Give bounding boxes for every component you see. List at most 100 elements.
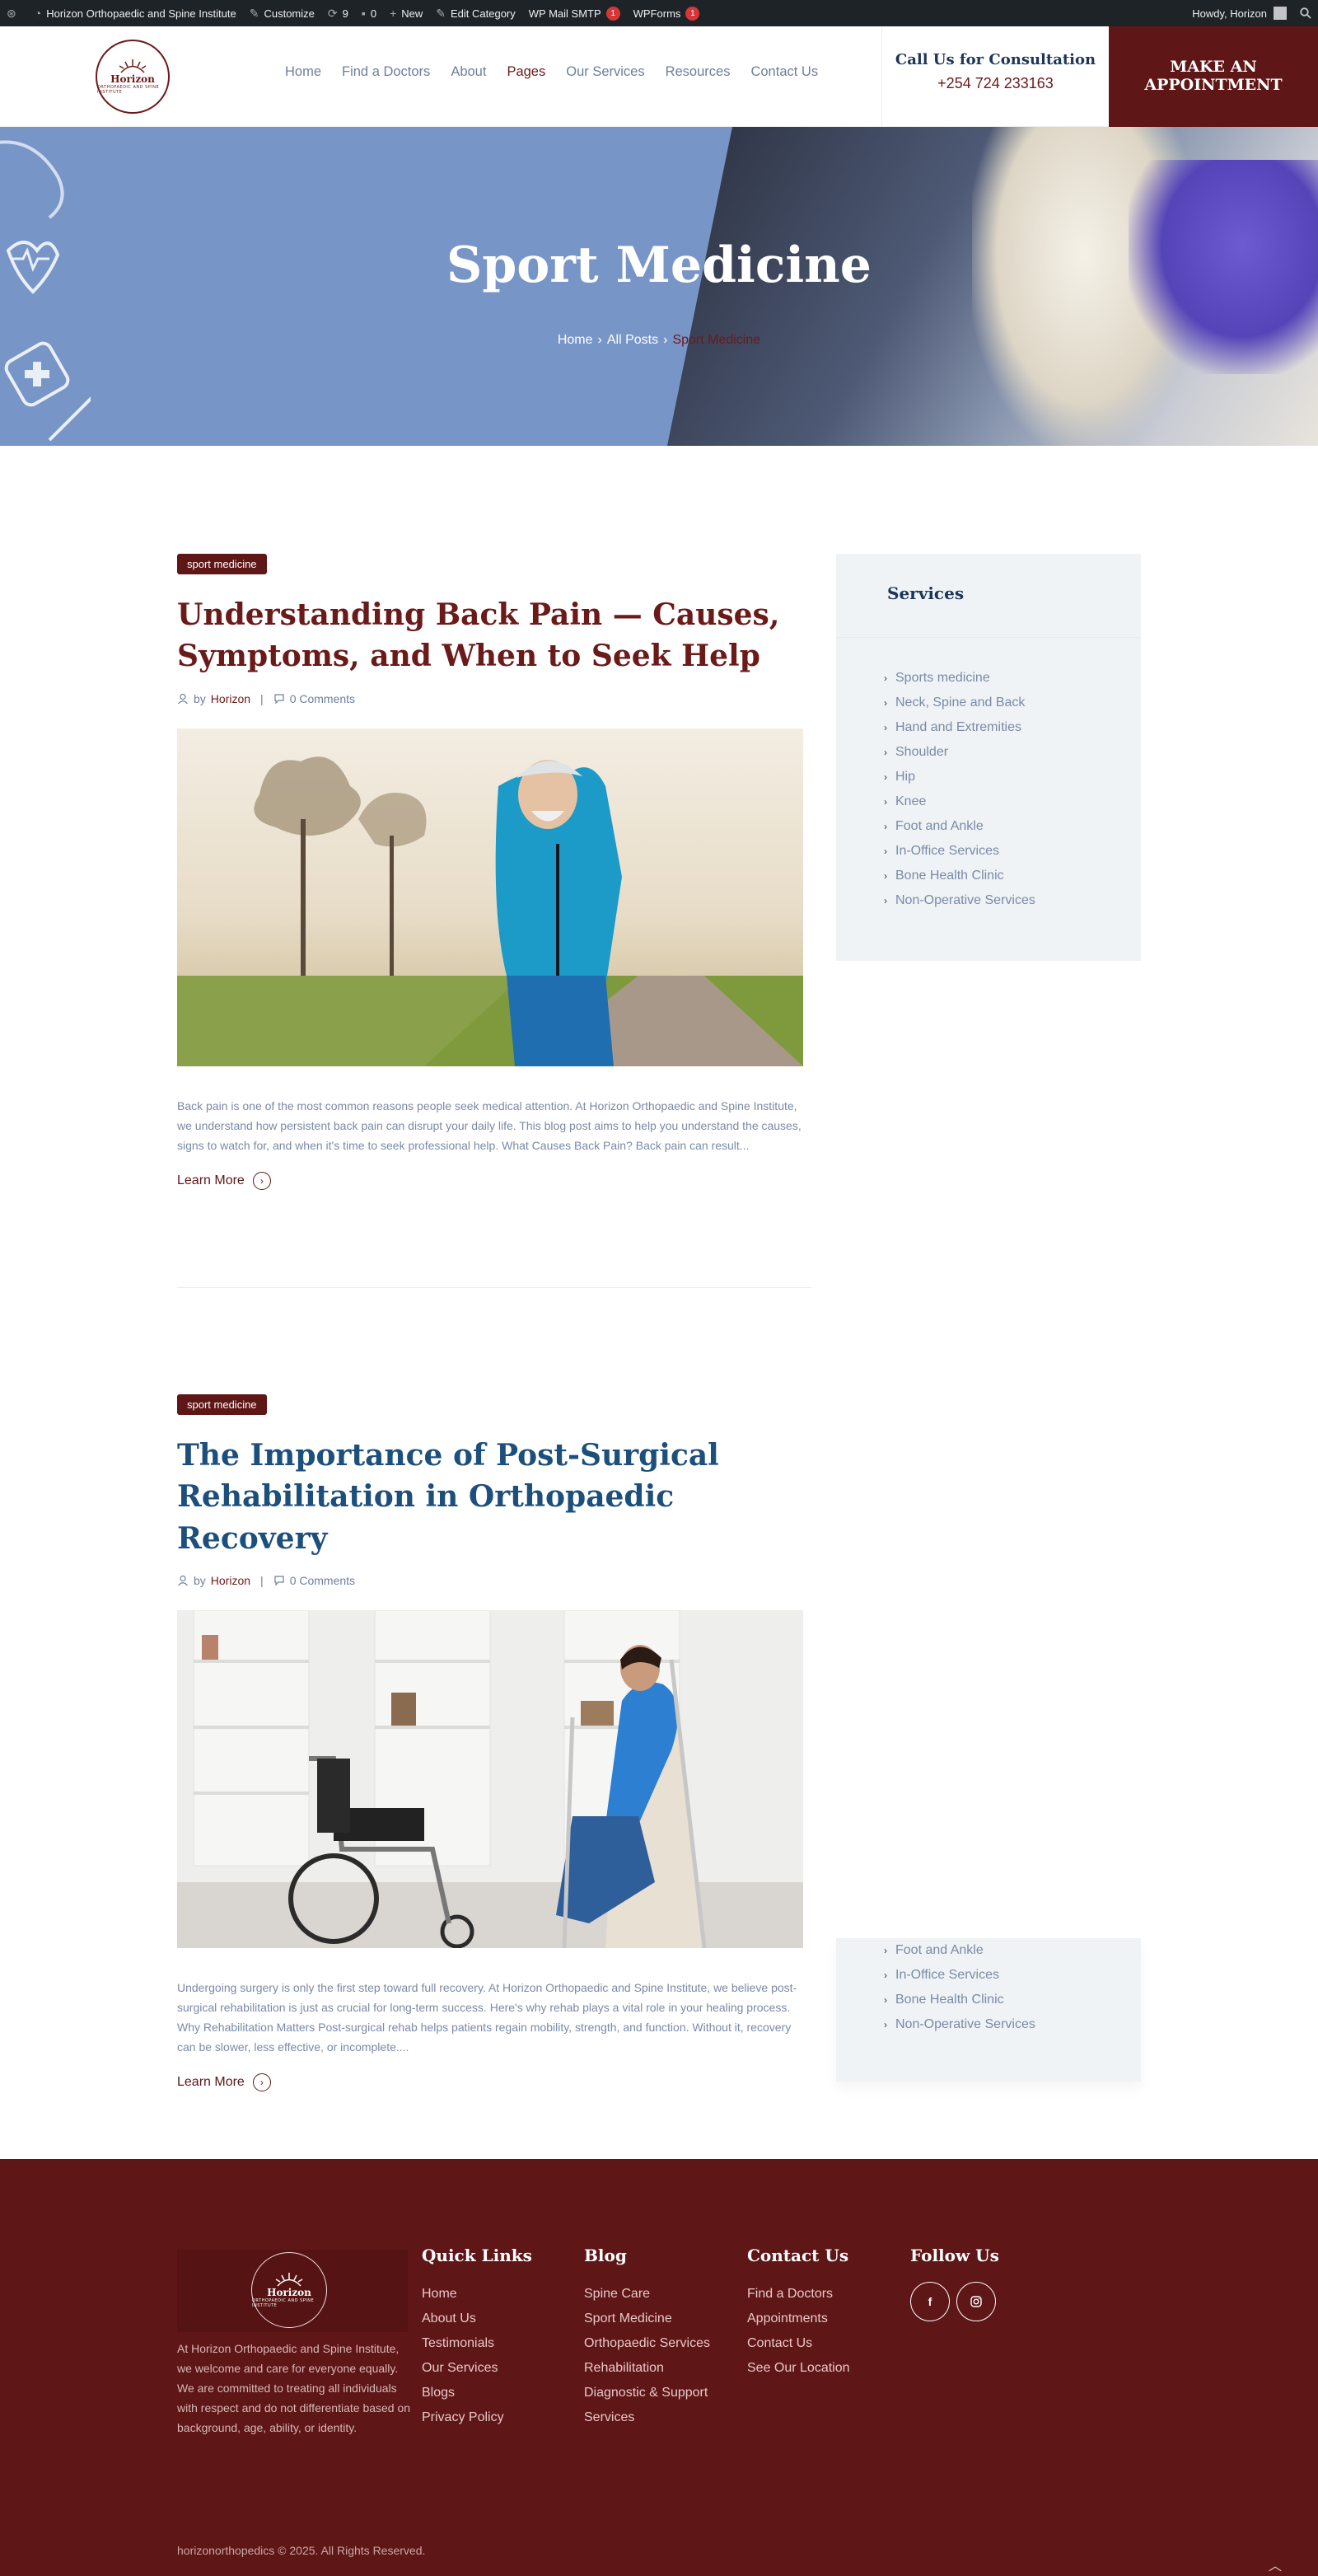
footer-link-contact-us[interactable]: Contact Us [747,2331,850,2356]
footer-link-find-a-doctors[interactable]: Find a Doctors [747,2282,850,2307]
post-author[interactable]: Horizon [211,692,250,705]
footer-logo[interactable]: Horizon ORTHOPAEDIC AND SPINE INSTITUTE [251,2252,327,2328]
breadcrumb-home[interactable]: Home [558,333,593,347]
services-widget: Services › Sports medicine › Neck, Spine a… [836,554,1141,961]
footer-link-spine-care[interactable]: Spine Care [584,2282,710,2307]
post-divider [177,1287,811,1288]
services-list-sticky: › Foot and Ankle › In-Office Services › Bon… [836,1938,1141,2037]
wordpress-logo-icon[interactable]: ⊛ [0,0,28,26]
call-phone[interactable]: +254 724 233163 [882,75,1109,92]
user-icon [178,693,188,705]
post-excerpt: Undergoing surgery is only the first ste… [177,1981,797,2054]
post-comments[interactable]: 0 Comments [290,692,355,705]
post-comments[interactable]: 0 Comments [290,1574,355,1587]
footer-link-services[interactable]: Services [584,2405,710,2430]
nav-find-a-doctors[interactable]: Find a Doctors [342,64,430,80]
breadcrumb-all-posts[interactable]: All Posts [607,333,658,347]
footer-link-privacy-policy[interactable]: Privacy Policy [422,2405,532,2430]
service-item-non-operative[interactable]: › Non-Operative Services [884,2012,1141,2037]
service-item-in-office[interactable]: › In-Office Services [884,839,1141,864]
admin-bar: ⊛ ◔ Horizon Orthopaedic and Spine Institu… [0,0,1318,26]
nav-home[interactable]: Home [285,64,321,80]
services-widget-title: Services [887,583,965,603]
admin-site-name[interactable]: ◔ Horizon Orthopaedic and Spine Institute [28,0,243,26]
site-logo[interactable]: Horizon ORTHOPAEDIC AND SPINE INSTITUTE [96,40,170,114]
chevron-right-icon: › [597,333,602,347]
chevron-right-icon: › [884,672,887,684]
page-hero: Sport Medicine Home › All Posts › Sport Medi… [0,127,1318,446]
updates-icon: ⟳ [327,6,338,20]
service-item-non-operative[interactable]: › Non-Operative Services [884,888,1141,913]
facebook-icon[interactable]: f [910,2282,950,2321]
footer-link-blogs[interactable]: Blogs [422,2381,532,2405]
footer-link-see-our-location[interactable]: See Our Location [747,2356,850,2381]
footer-link-sport-medicine[interactable]: Sport Medicine [584,2307,710,2331]
admin-wpforms[interactable]: WPForms 1 [627,0,707,26]
arrow-right-icon: › [252,1171,271,1190]
category-badge[interactable]: sport medicine [177,1394,267,1415]
footer-link-rehabilitation[interactable]: Rehabilitation [584,2356,710,2381]
post-excerpt: Back pain is one of the most common reas… [177,1098,802,1152]
post-title[interactable]: Understanding Back Pain — Causes, Sympto… [177,594,803,677]
footer-link-home[interactable]: Home [422,2282,532,2307]
chevron-right-icon: › [884,895,887,906]
post-title[interactable]: The Importance of Post-Surgical Rehabili… [177,1435,803,1559]
service-item-foot-ankle[interactable]: › Foot and Ankle [884,814,1141,839]
chevron-right-icon: › [884,1945,887,1956]
main-nav: Home Find a Doctors About Pages Our Serv… [285,64,839,80]
arrow-right-icon: › [252,2073,271,2092]
nav-pages[interactable]: Pages [507,64,545,80]
admin-comments[interactable]: ▪ 0 [355,0,383,26]
chevron-right-icon: › [884,796,887,808]
footer-blog-links: Blog Spine Care Sport Medicine Orthopaed… [584,2246,710,2430]
appointment-label-line2: APPOINTMENT [1144,76,1283,94]
footer-link-our-services[interactable]: Our Services [422,2356,532,2381]
nav-contact-us[interactable]: Contact Us [750,64,818,80]
post-image-back-pain[interactable] [177,728,803,1066]
service-item-hand-extremities[interactable]: › Hand and Extremities [884,715,1141,740]
appointment-label-line1: MAKE AN [1170,58,1257,77]
admin-edit-category[interactable]: ✎ Edit Category [429,0,522,26]
nav-about[interactable]: About [451,64,486,80]
post-author[interactable]: Horizon [211,1574,250,1587]
admin-customize[interactable]: ✎ Customize [243,0,321,26]
admin-wp-mail-smtp[interactable]: WP Mail SMTP 1 [522,0,627,26]
admin-account[interactable]: Howdy, Horizon [1185,0,1293,26]
service-item-bone-health[interactable]: › Bone Health Clinic [884,864,1141,888]
search-icon[interactable] [1293,0,1318,26]
comment-icon [274,694,284,705]
chevron-right-icon: › [884,697,887,709]
footer-link-testimonials[interactable]: Testimonials [422,2331,532,2356]
admin-updates[interactable]: ⟳ 9 [321,0,355,26]
admin-new[interactable]: + New [383,0,429,26]
service-item-knee[interactable]: › Knee [884,789,1141,814]
nav-our-services[interactable]: Our Services [566,64,644,80]
service-item-in-office[interactable]: › In-Office Services [884,1963,1141,1988]
learn-more-link[interactable]: Learn More › [177,2073,803,2092]
brush-icon: ✎ [249,6,259,20]
make-appointment-button[interactable]: MAKE AN APPOINTMENT [1109,26,1318,127]
service-item-neck-spine-back[interactable]: › Neck, Spine and Back [884,691,1141,715]
call-title: Call Us for Consultation [895,51,1096,68]
call-box: Call Us for Consultation +254 724 233163 [881,26,1109,127]
chevron-right-icon: › [884,821,887,832]
chevron-right-icon: › [884,870,887,882]
footer-link-appointments[interactable]: Appointments [747,2307,850,2331]
footer-link-orthopaedic-services[interactable]: Orthopaedic Services [584,2331,710,2356]
service-item-shoulder[interactable]: › Shoulder [884,740,1141,765]
instagram-icon[interactable] [956,2282,996,2321]
breadcrumb: Home › All Posts › Sport Medicine [0,333,1318,348]
service-item-foot-ankle[interactable]: › Foot and Ankle [884,1938,1141,1963]
nav-resources[interactable]: Resources [666,64,731,80]
service-item-bone-health[interactable]: › Bone Health Clinic [884,1988,1141,2012]
service-item-sports-medicine[interactable]: › Sports medicine [884,666,1141,691]
scroll-to-top-icon[interactable]: ︿ [1269,2555,1282,2574]
footer-link-diagnostic-support[interactable]: Diagnostic & Support [584,2381,710,2405]
service-item-hip[interactable]: › Hip [884,765,1141,789]
post-meta: by Horizon | 0 Comments [177,692,803,705]
logo-subtext: ORTHOPAEDIC AND SPINE INSTITUTE [97,85,160,95]
category-badge[interactable]: sport medicine [177,554,267,574]
footer-link-about-us[interactable]: About Us [422,2307,532,2331]
post-image-rehabilitation[interactable] [177,1609,803,1949]
learn-more-link[interactable]: Learn More › [177,1171,803,1190]
